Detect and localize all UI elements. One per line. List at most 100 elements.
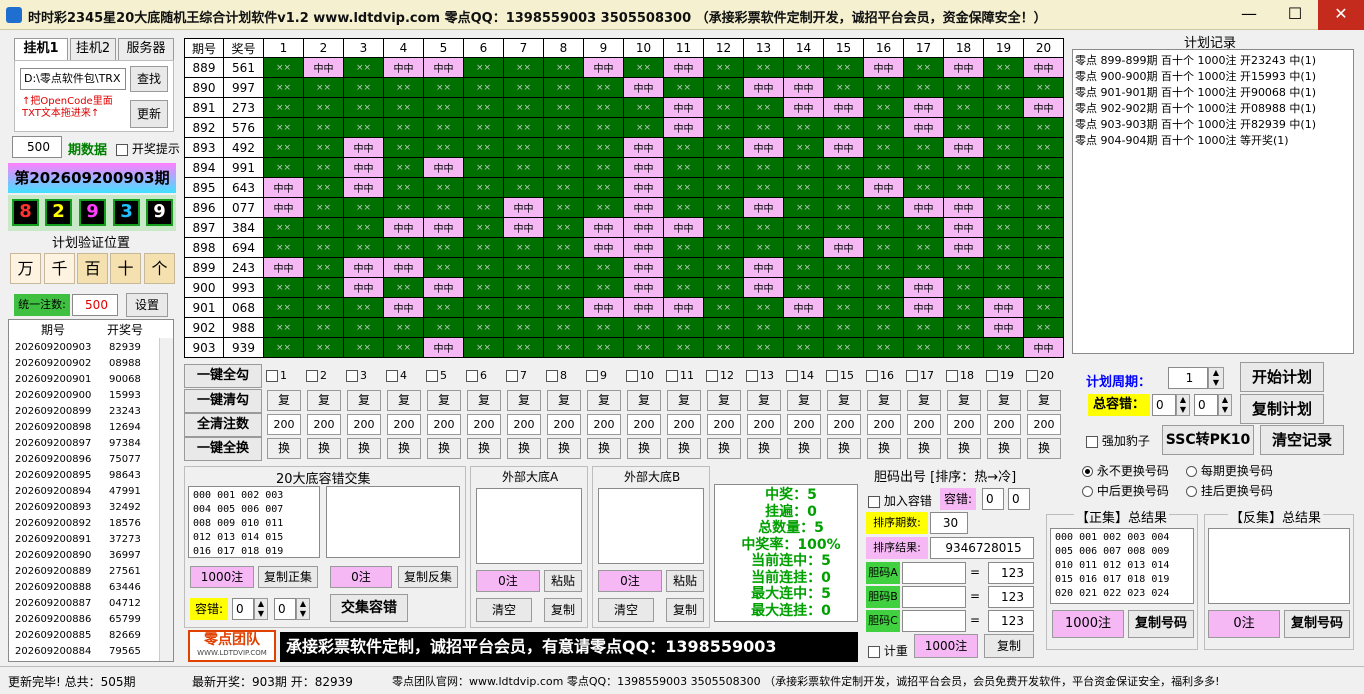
tolerance-a-input[interactable]: 0 — [1152, 394, 1176, 416]
plan-record-item[interactable]: 零点 901-901期 百十个 1000注 开90068 中(1) — [1075, 85, 1351, 101]
column-swap-button[interactable]: 换 — [627, 438, 661, 459]
column-checkbox-15[interactable]: 15 — [826, 368, 854, 388]
gall-row-value[interactable]: 123 — [988, 562, 1034, 584]
column-swap-button[interactable]: 换 — [1027, 438, 1061, 459]
column-checkbox-5[interactable]: 5 — [426, 368, 447, 388]
cycle-spinner[interactable]: ▲ ▼ — [1208, 367, 1224, 389]
history-row[interactable]: 202609200901 90068 — [9, 372, 173, 388]
column-count-input[interactable]: 200 — [347, 414, 381, 435]
column-count-input[interactable]: 200 — [427, 414, 461, 435]
column-restore-button[interactable]: 复 — [387, 390, 421, 411]
column-restore-button[interactable]: 复 — [907, 390, 941, 411]
external-b-copy[interactable]: 复制 — [666, 598, 704, 622]
intersect-tol-a-spinner[interactable]: ▲ ▼ — [254, 598, 268, 620]
copy-plan-button[interactable]: 复制计划 — [1240, 394, 1324, 424]
column-checkbox-19[interactable]: 19 — [986, 368, 1014, 388]
column-swap-button[interactable]: 换 — [507, 438, 541, 459]
history-scrollbar[interactable] — [159, 338, 173, 661]
tolerance-a-spinner[interactable]: ▲ ▼ — [1176, 394, 1190, 416]
column-restore-button[interactable]: 复 — [347, 390, 381, 411]
sort-periods-input[interactable]: 30 — [930, 512, 968, 534]
column-count-input[interactable]: 200 — [787, 414, 821, 435]
column-count-input[interactable]: 200 — [1027, 414, 1061, 435]
history-row[interactable]: 202609200895 98643 — [9, 468, 173, 484]
history-row[interactable]: 202609200886 65799 — [9, 612, 173, 628]
column-restore-button[interactable]: 复 — [587, 390, 621, 411]
history-row[interactable]: 202609200888 63446 — [9, 580, 173, 596]
column-count-input[interactable]: 200 — [387, 414, 421, 435]
history-row[interactable]: 202609200902 08988 — [9, 356, 173, 372]
column-count-input[interactable]: 200 — [707, 414, 741, 435]
radio-after-miss[interactable]: 挂后更换号码 — [1186, 482, 1273, 499]
column-swap-button[interactable]: 换 — [987, 438, 1021, 459]
reset-counts-button[interactable]: 全清注数 — [184, 413, 262, 437]
column-restore-button[interactable]: 复 — [1027, 390, 1061, 411]
column-restore-button[interactable]: 复 — [707, 390, 741, 411]
column-count-input[interactable]: 200 — [587, 414, 621, 435]
column-swap-button[interactable]: 换 — [387, 438, 421, 459]
column-swap-button[interactable]: 换 — [787, 438, 821, 459]
column-checkbox-9[interactable]: 9 — [586, 368, 607, 388]
history-row[interactable]: 202609200898 12694 — [9, 420, 173, 436]
column-swap-button[interactable]: 换 — [467, 438, 501, 459]
column-count-input[interactable]: 200 — [827, 414, 861, 435]
swap-all-button[interactable]: 一键全换 — [184, 437, 262, 461]
column-restore-button[interactable]: 复 — [827, 390, 861, 411]
column-count-input[interactable]: 200 — [507, 414, 541, 435]
column-checkbox-13[interactable]: 13 — [746, 368, 774, 388]
column-checkbox-12[interactable]: 12 — [706, 368, 734, 388]
history-row[interactable]: 202609200894 47991 — [9, 484, 173, 500]
plan-record-item[interactable]: 零点 904-904期 百十个 1000注 等开奖(1) — [1075, 133, 1351, 149]
gall-row-value[interactable]: 123 — [988, 586, 1034, 608]
history-row[interactable]: 202609200900 15993 — [9, 388, 173, 404]
prize-hint-checkbox[interactable]: 开奖提示 — [116, 140, 180, 157]
history-row[interactable]: 202609200899 23243 — [9, 404, 173, 420]
history-row[interactable]: 202609200891 37273 — [9, 532, 173, 548]
intersect-tol-b[interactable]: 0 — [274, 598, 296, 620]
column-restore-button[interactable]: 复 — [787, 390, 821, 411]
column-swap-button[interactable]: 换 — [667, 438, 701, 459]
minimize-button[interactable]: — — [1226, 0, 1272, 30]
check-all-button[interactable]: 一键全勾 — [184, 364, 262, 388]
position-ge[interactable]: 个 — [144, 253, 175, 284]
column-swap-button[interactable]: 换 — [827, 438, 861, 459]
radio-after-hit[interactable]: 中后更换号码 — [1082, 482, 1169, 499]
column-count-input[interactable]: 200 — [627, 414, 661, 435]
history-row[interactable]: 202609200885 82669 — [9, 628, 173, 644]
jizhong-checkbox[interactable]: 计重 — [868, 642, 908, 659]
plan-record-item[interactable]: 零点 902-902期 百十个 1000注 开08988 中(1) — [1075, 101, 1351, 117]
position-bai[interactable]: 百 — [77, 253, 108, 284]
negative-list[interactable] — [1208, 528, 1350, 604]
history-row[interactable]: 202609200889 27561 — [9, 564, 173, 580]
positive-list[interactable]: 000 001 002 003 004 005 006 007 008 009 … — [1050, 528, 1194, 604]
cycle-input[interactable]: 1 — [1168, 367, 1208, 389]
clear-checks-button[interactable]: 一键清勾 — [184, 389, 262, 413]
history-row[interactable]: 202609200890 36997 — [9, 548, 173, 564]
column-restore-button[interactable]: 复 — [427, 390, 461, 411]
history-row[interactable]: 202609200903 82939 — [9, 340, 173, 356]
close-button[interactable]: ✕ — [1318, 0, 1364, 30]
column-checkbox-20[interactable]: 20 — [1026, 368, 1054, 388]
column-count-input[interactable]: 200 — [867, 414, 901, 435]
column-count-input[interactable]: 200 — [267, 414, 301, 435]
column-checkbox-16[interactable]: 16 — [866, 368, 894, 388]
tolerance-b-spinner[interactable]: ▲ ▼ — [1218, 394, 1232, 416]
gall-row-input[interactable] — [902, 586, 966, 608]
column-swap-button[interactable]: 换 — [427, 438, 461, 459]
history-row[interactable]: 202609200884 79565 — [9, 644, 173, 660]
column-swap-button[interactable]: 换 — [707, 438, 741, 459]
external-a-clear[interactable]: 清空 — [476, 598, 532, 622]
tab-server[interactable]: 服务器 — [118, 38, 174, 60]
column-restore-button[interactable]: 复 — [507, 390, 541, 411]
radio-never-change[interactable]: 永不更换号码 — [1082, 462, 1169, 479]
intersect-tol-b-spinner[interactable]: ▲ ▼ — [296, 598, 310, 620]
column-checkbox-4[interactable]: 4 — [386, 368, 407, 388]
position-wan[interactable]: 万 — [10, 253, 41, 284]
positive-copy-button[interactable]: 复制号码 — [1128, 610, 1194, 638]
plan-record-item[interactable]: 零点 903-903期 百十个 1000注 开82939 中(1) — [1075, 117, 1351, 133]
column-swap-button[interactable]: 换 — [547, 438, 581, 459]
column-checkbox-8[interactable]: 8 — [546, 368, 567, 388]
column-swap-button[interactable]: 换 — [747, 438, 781, 459]
history-row[interactable]: 202609200887 04712 — [9, 596, 173, 612]
tolerance-b-input[interactable]: 0 — [1194, 394, 1218, 416]
